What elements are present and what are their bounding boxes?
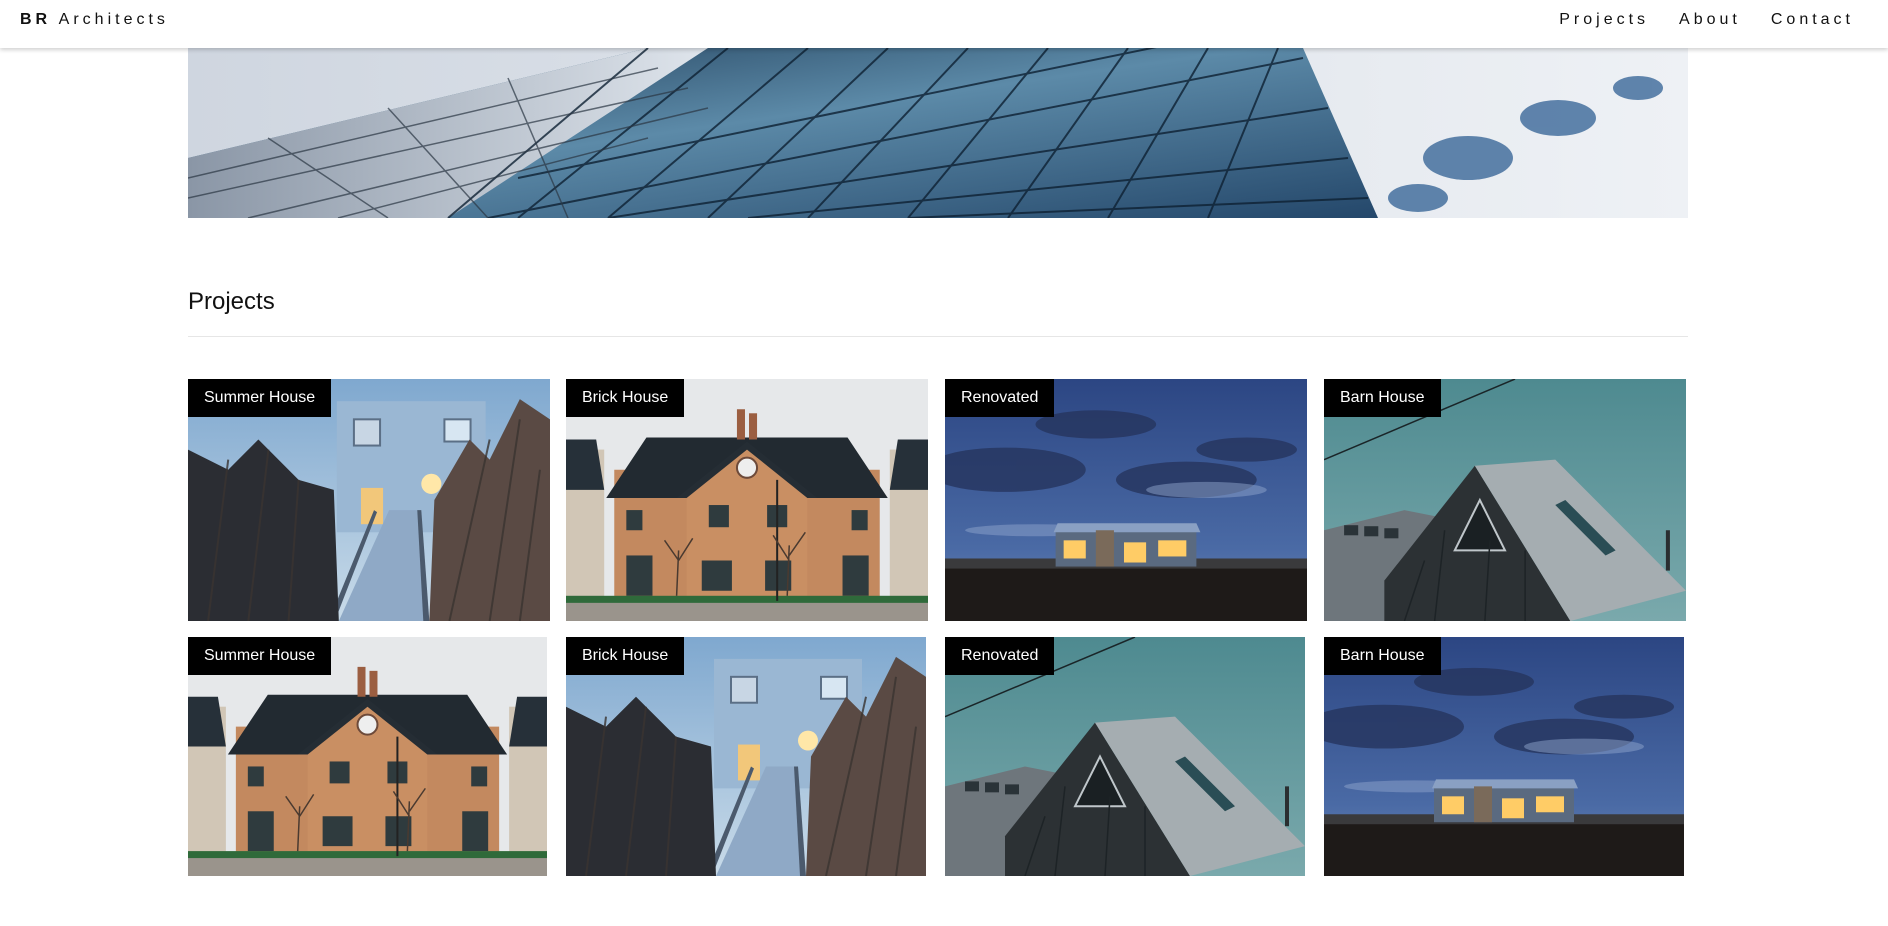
top-navbar: BR Architects Projects About Contact — [0, 0, 1888, 48]
project-label: Barn House — [1324, 379, 1441, 417]
project-label: Summer House — [188, 637, 332, 675]
nav-menu: Projects About Contact — [1529, 11, 1854, 29]
project-label: Brick House — [566, 379, 685, 417]
project-label: Brick House — [566, 637, 685, 675]
project-label: Summer House — [188, 379, 332, 417]
project-label: Renovated — [945, 637, 1055, 675]
nav-link-about[interactable]: About — [1679, 11, 1741, 29]
project-label: Barn House — [1324, 637, 1441, 675]
project-card[interactable]: Summer House — [188, 379, 550, 621]
nav-link-contact[interactable]: Contact — [1771, 11, 1854, 29]
project-card[interactable]: Summer House — [188, 637, 547, 876]
project-card[interactable]: Barn House — [1324, 637, 1684, 876]
section-divider — [188, 336, 1688, 337]
brand-initials: BR — [20, 11, 52, 28]
projects-heading: Projects — [188, 288, 275, 315]
nav-link-projects[interactable]: Projects — [1559, 11, 1649, 29]
hero-image — [188, 48, 1688, 218]
brand-logo[interactable]: BR Architects — [20, 11, 169, 29]
project-card[interactable]: Barn House — [1324, 379, 1686, 621]
project-label: Renovated — [945, 379, 1055, 417]
project-card[interactable]: Renovated — [945, 637, 1305, 876]
project-card[interactable]: Brick House — [566, 637, 926, 876]
brand-name: Architects — [58, 11, 169, 28]
project-card[interactable]: Brick House — [566, 379, 928, 621]
project-card[interactable]: Renovated — [945, 379, 1307, 621]
